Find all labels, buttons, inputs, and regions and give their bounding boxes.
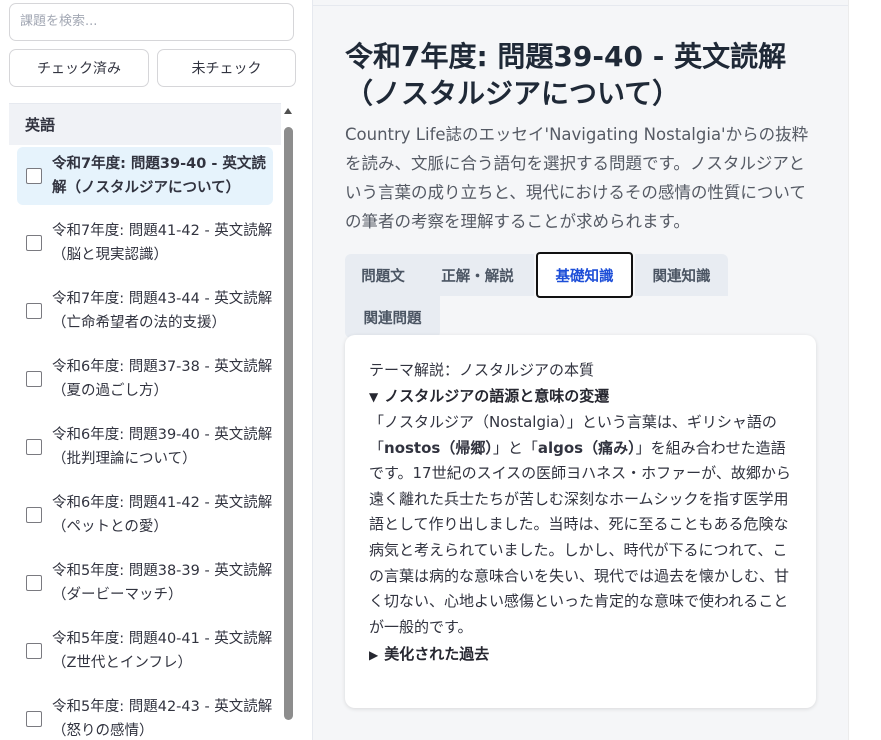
list-item-label: 令和7年度: 問題41-42 - 英文読解（脳と現実認識） <box>52 223 273 263</box>
item-checkbox[interactable] <box>26 235 42 251</box>
item-checkbox[interactable] <box>26 371 42 387</box>
details-idealized-past[interactable]: ▶ 美化された過去 <box>369 640 792 669</box>
item-checkbox[interactable] <box>26 168 42 184</box>
list-item-label: 令和6年度: 問題41-42 - 英文読解（ペットとの愛） <box>52 495 273 535</box>
details-etymology[interactable]: ▼ ノスタルジアの語源と意味の変遷 <box>369 383 792 410</box>
item-checkbox[interactable] <box>26 711 42 727</box>
page-title: 令和7年度: 問題39-40 - 英文読解（ノスタルジアについて） <box>345 40 787 110</box>
list-item[interactable]: 令和5年度: 問題42-43 - 英文読解（怒りの感情） <box>17 689 273 740</box>
list-item[interactable]: 令和6年度: 問題39-40 - 英文読解（批判理論について） <box>17 417 273 477</box>
list-item-label: 令和7年度: 問題43-44 - 英文読解（亡命希望者の法的支援） <box>52 291 273 331</box>
scroll-up-arrow-icon[interactable] <box>284 108 292 114</box>
search-input[interactable]: 課題を検索... <box>9 3 294 41</box>
item-checkbox[interactable] <box>26 303 42 319</box>
tab-answer-explanation[interactable]: 正解・解説 <box>421 254 534 296</box>
list-item-label: 令和7年度: 問題39-40 - 英文読解（ノスタルジアについて） <box>52 156 266 196</box>
item-checkbox[interactable] <box>26 439 42 455</box>
content-card: テーマ解説：ノスタルジアの本質 ▼ ノスタルジアの語源と意味の変遷 「ノスタルジア… <box>345 335 816 708</box>
tab-basic-knowledge[interactable]: 基礎知識 <box>536 252 633 298</box>
problem-list: 英語 令和7年度: 問題39-40 - 英文読解（ノスタルジアについて） 令和7… <box>9 103 281 740</box>
list-item[interactable]: 令和5年度: 問題40-41 - 英文読解（Z世代とインフレ） <box>17 621 273 681</box>
triangle-down-icon: ▼ <box>369 390 379 404</box>
list-item-label: 令和5年度: 問題38-39 - 英文読解（ダービーマッチ） <box>52 563 273 603</box>
filter-unchecked-button[interactable]: 未チェック <box>157 49 296 87</box>
tab-problem-text[interactable]: 問題文 <box>345 254 421 296</box>
details-etymology-title: ノスタルジアの語源と意味の変遷 <box>384 387 610 405</box>
group-header-english[interactable]: 英語 <box>9 103 281 145</box>
problem-description: Country Life誌のエッセイ'Navigating Nostalgia'… <box>345 125 809 231</box>
list-item-label: 令和6年度: 問題37-38 - 英文読解（夏の過ごし方） <box>52 359 273 399</box>
list-item[interactable]: 令和7年度: 問題41-42 - 英文読解（脳と現実認識） <box>17 213 273 273</box>
filter-checked-button[interactable]: チェック済み <box>9 49 149 87</box>
list-item-label: 令和5年度: 問題42-43 - 英文読解（怒りの感情） <box>52 699 273 739</box>
list-item[interactable]: 令和6年度: 問題41-42 - 英文読解（ペットとの愛） <box>17 485 273 545</box>
list-item[interactable]: 令和7年度: 問題39-40 - 英文読解（ノスタルジアについて） <box>17 147 273 205</box>
triangle-right-icon: ▶ <box>369 648 379 663</box>
tab-related-knowledge[interactable]: 関連知識 <box>635 254 728 296</box>
body-text-part: 」と「 <box>492 438 538 457</box>
details-idealized-past-title: 美化された過去 <box>384 645 490 664</box>
item-checkbox[interactable] <box>26 507 42 523</box>
item-checkbox[interactable] <box>26 643 42 659</box>
top-divider <box>313 5 848 6</box>
body-text-part: 」を組み合わせた造語です。17世紀のスイスの医師ヨハネス・ホファーが、故郷から遠… <box>369 438 791 636</box>
sidebar-scrollbar[interactable] <box>284 127 293 720</box>
item-checkbox[interactable] <box>26 575 42 591</box>
list-item[interactable]: 令和6年度: 問題37-38 - 英文読解（夏の過ごし方） <box>17 349 273 409</box>
list-item-label: 令和5年度: 問題40-41 - 英文読解（Z世代とインフレ） <box>52 631 273 671</box>
section-title: テーマ解説：ノスタルジアの本質 <box>369 361 595 379</box>
list-item-label: 令和6年度: 問題39-40 - 英文読解（批判理論について） <box>52 427 273 467</box>
main-content: 令和7年度: 問題39-40 - 英文読解（ノスタルジアについて） Countr… <box>313 0 848 740</box>
body-bold-term: nostos（帰郷） <box>384 438 493 457</box>
list-item[interactable]: 令和5年度: 問題38-39 - 英文読解（ダービーマッチ） <box>17 553 273 613</box>
sidebar: 課題を検索... チェック済み 未チェック 英語 令和7年度: 問題39-40 … <box>0 0 313 740</box>
body-bold-term: algos（痛み） <box>537 438 636 457</box>
list-item[interactable]: 令和7年度: 問題43-44 - 英文読解（亡命希望者の法的支援） <box>17 281 273 341</box>
tab-related-problems[interactable]: 関連問題 <box>345 296 440 338</box>
etymology-body: 「ノスタルジア（Nostalgia）」という言葉は、ギリシャ語の「nostos（… <box>369 410 792 640</box>
right-gutter <box>848 0 881 740</box>
